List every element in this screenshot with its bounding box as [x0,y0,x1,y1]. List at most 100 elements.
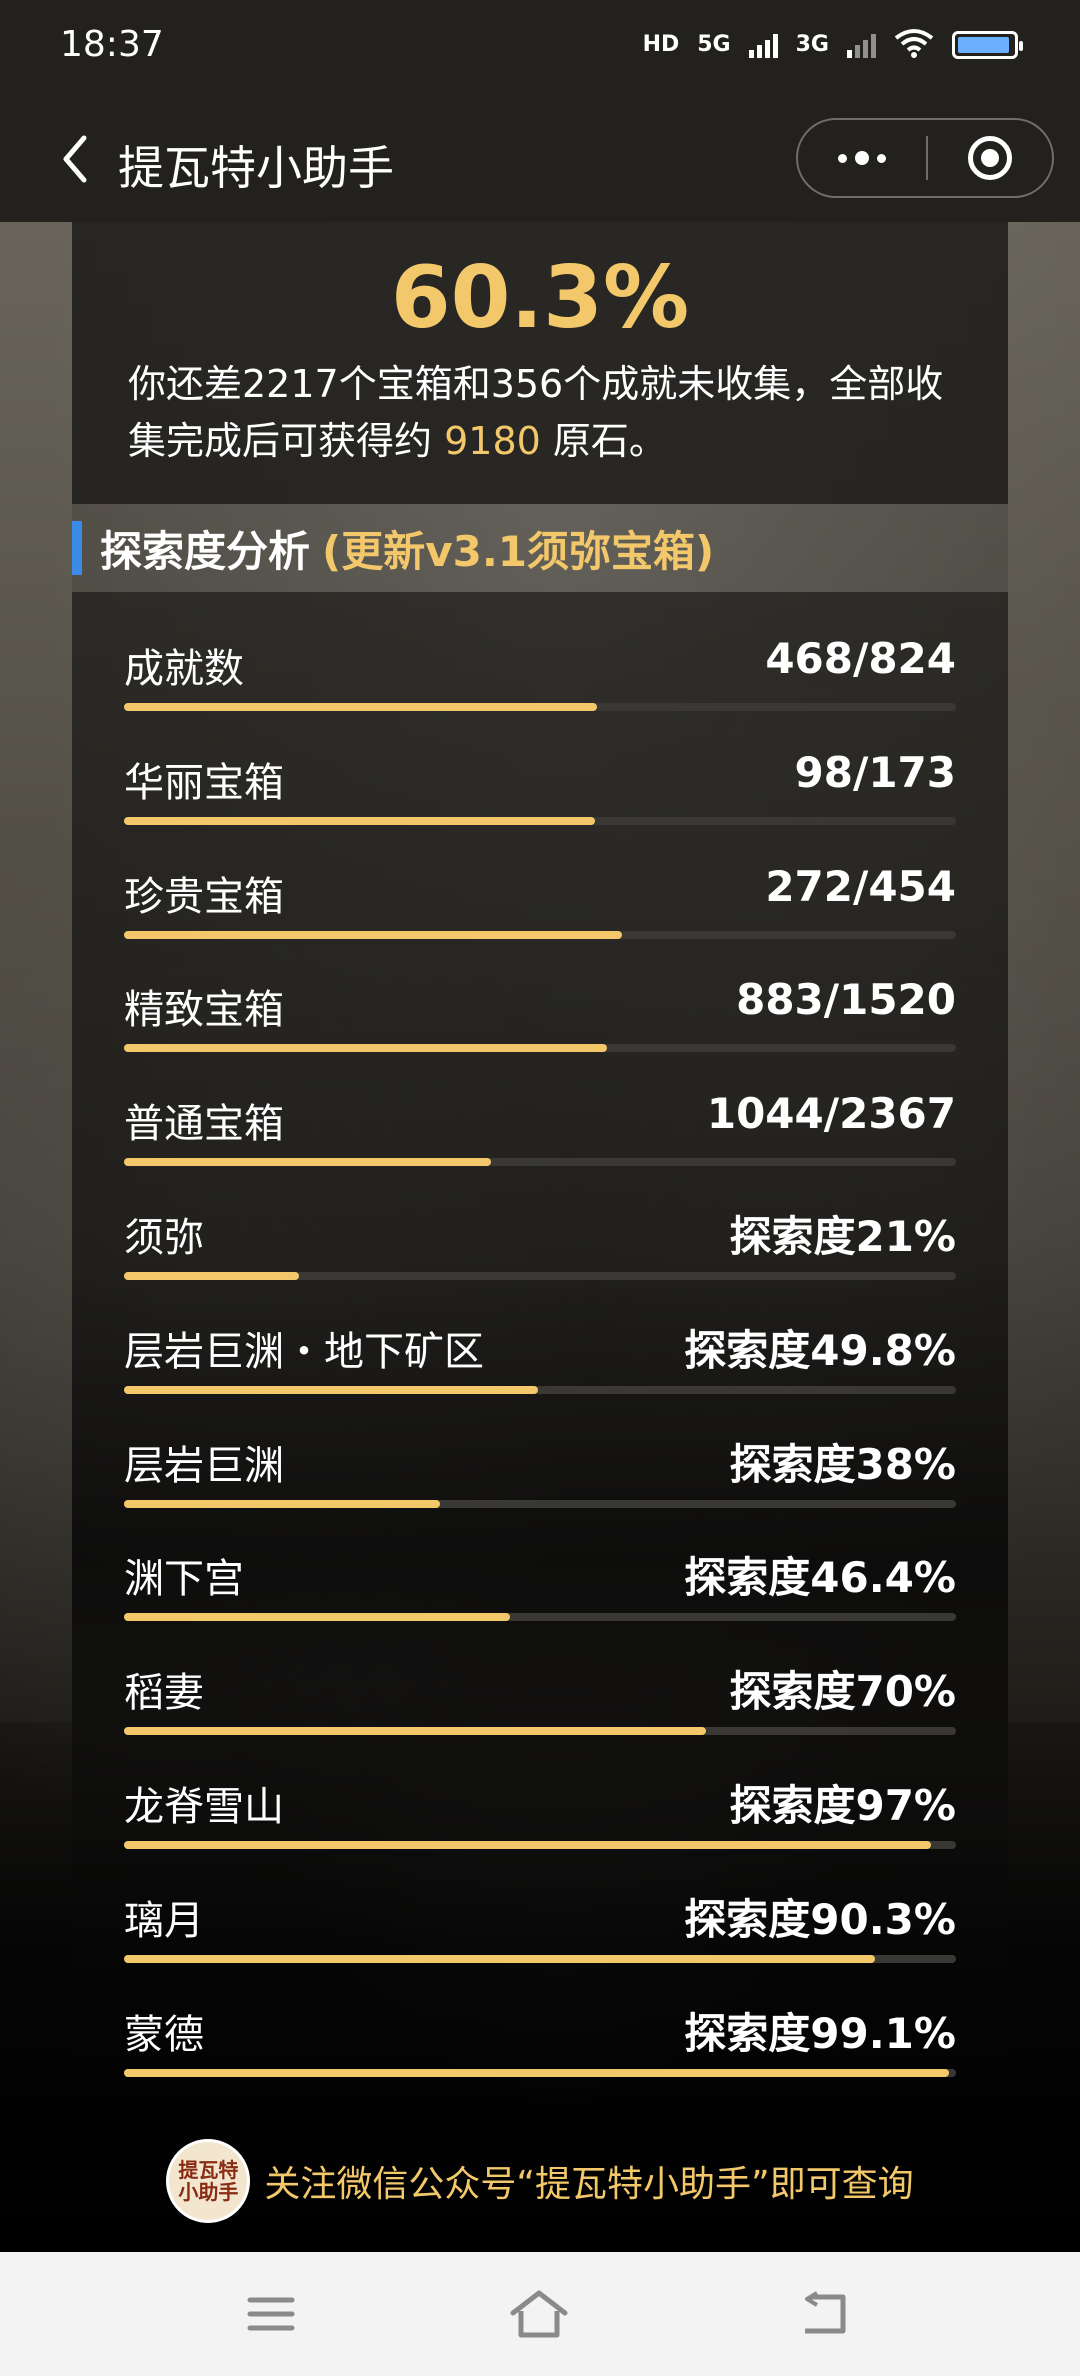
progress-track [124,703,956,711]
progress-fill [124,930,623,939]
progress-fill [124,1272,299,1280]
progress-track [124,2068,956,2077]
menu-button[interactable] [226,2282,316,2346]
progress-track [124,1385,956,1394]
exploration-row: 蒙德 探索度99.1% [124,1970,956,2084]
progress-track [124,1727,956,1736]
progress-track [124,1272,956,1280]
page-title: 提瓦特小助手 [118,141,394,195]
mini-program-capsule [796,118,1054,198]
progress-fill [124,2068,949,2077]
row-label: 龙脊雪山 [124,1784,284,1830]
more-button[interactable] [798,120,926,196]
completion-percent: 60.3% [390,248,690,348]
status-time: 18:37 [60,24,164,65]
exploration-row: 层岩巨渊・地下矿区 探索度49.8% [124,1287,956,1401]
row-label: 成就数 [124,646,244,692]
summary-text-part2: 原石。 [540,419,667,463]
progress-fill [124,1158,491,1167]
exploration-row: 龙脊雪山 探索度97% [124,1742,956,1856]
map-edge-right [1008,222,1080,1722]
progress-track [124,1499,956,1508]
summary-card: 60.3% 你还差2217个宝箱和356个成就未收集，全部收集完成后可获得约 9… [72,222,1008,504]
exploration-row: 璃月 探索度90.3% [124,1856,956,1970]
chevron-left-icon [63,135,87,183]
row-value: 探索度46.4% [684,1553,956,1603]
app-logo: 提瓦特 小助手 [166,2139,251,2223]
signal-3g-icon [847,32,876,58]
row-value: 探索度90.3% [684,1894,956,1944]
row-value: 883/1520 [736,975,956,1025]
progress-track [124,1158,956,1167]
row-label: 层岩巨渊・地下矿区 [124,1328,484,1375]
row-value: 272/454 [765,861,956,911]
progress-track [124,1613,956,1622]
row-label: 珍贵宝箱 [124,873,284,920]
row-label: 璃月 [124,1897,204,1944]
home-icon [510,2290,568,2338]
progress-track [124,1044,956,1053]
section-accent-bar [72,521,82,575]
footer-promo: 提瓦特 小助手 关注微信公众号“提瓦特小助手”即可查询 [0,2136,1080,2226]
row-value: 探索度38% [729,1439,956,1489]
progress-fill [124,1727,707,1736]
row-label: 华丽宝箱 [124,759,284,806]
exploration-row: 华丽宝箱 98/173 [124,718,956,832]
exploration-row: 珍贵宝箱 272/454 [124,832,956,946]
exploration-row: 成就数 468/824 [124,604,956,718]
menu-icon [247,2297,295,2331]
progress-fill [124,1841,932,1849]
row-value: 1044/2367 [706,1089,956,1139]
exploration-row: 普通宝箱 1044/2367 [124,1059,956,1173]
section-title: 探索度分析 [100,526,311,576]
more-dots-icon [838,151,886,165]
progress-track [124,930,956,939]
row-label: 须弥 [124,1215,204,1261]
row-label: 蒙德 [124,2011,204,2058]
progress-fill [124,1613,511,1622]
row-value: 468/824 [765,634,956,683]
network-5g-label: 5G [697,32,731,57]
logo-text-line2: 小助手 [178,2180,239,2204]
exploration-row: 渊下宫 探索度46.4% [124,1514,956,1628]
row-label: 精致宝箱 [124,987,284,1034]
network-3g-label: 3G [795,32,829,57]
row-label: 渊下宫 [124,1556,244,1603]
progress-fill [124,1044,608,1053]
row-label: 稻妻 [124,1670,204,1717]
footer-text: 关注微信公众号“提瓦特小助手”即可查询 [264,2164,914,2205]
exploration-row: 稻妻 探索度70% [124,1628,956,1742]
map-edge-left [0,222,72,1722]
exploration-row: 层岩巨渊 探索度38% [124,1401,956,1515]
row-label: 普通宝箱 [124,1101,284,1148]
row-value: 探索度21% [729,1212,956,1261]
progress-track [124,1954,956,1963]
row-value: 探索度70% [729,1667,956,1717]
section-subtitle: (更新v3.1须弥宝箱) [322,526,715,576]
exploration-row: 须弥 探索度21% [124,1173,956,1287]
logo-text-line1: 提瓦特 [178,2158,239,2182]
home-button[interactable] [494,2282,584,2346]
progress-fill [124,1499,441,1508]
status-icons: HD 5G 3G [642,28,1023,62]
system-nav-bar [0,2252,1080,2376]
row-value: 探索度49.8% [684,1325,956,1375]
close-mini-program-button[interactable] [928,136,1052,180]
progress-fill [124,1385,539,1394]
back-button[interactable] [40,124,110,194]
progress-track [124,816,956,825]
battery-icon [952,31,1023,59]
progress-fill [124,703,597,711]
progress-fill [124,816,595,825]
row-label: 层岩巨渊 [124,1442,284,1489]
row-value: 探索度99.1% [684,2008,956,2058]
status-bar: 18:37 HD 5G 3G [0,0,1080,96]
section-header: 探索度分析 (更新v3.1须弥宝箱) [72,518,714,578]
row-value: 98/173 [794,747,956,797]
hd-indicator: HD [642,32,680,57]
wifi-icon [894,28,934,62]
progress-fill [124,1954,876,1963]
target-circle-icon [968,136,1012,180]
return-button[interactable] [780,2282,870,2346]
progress-track [124,1841,956,1849]
